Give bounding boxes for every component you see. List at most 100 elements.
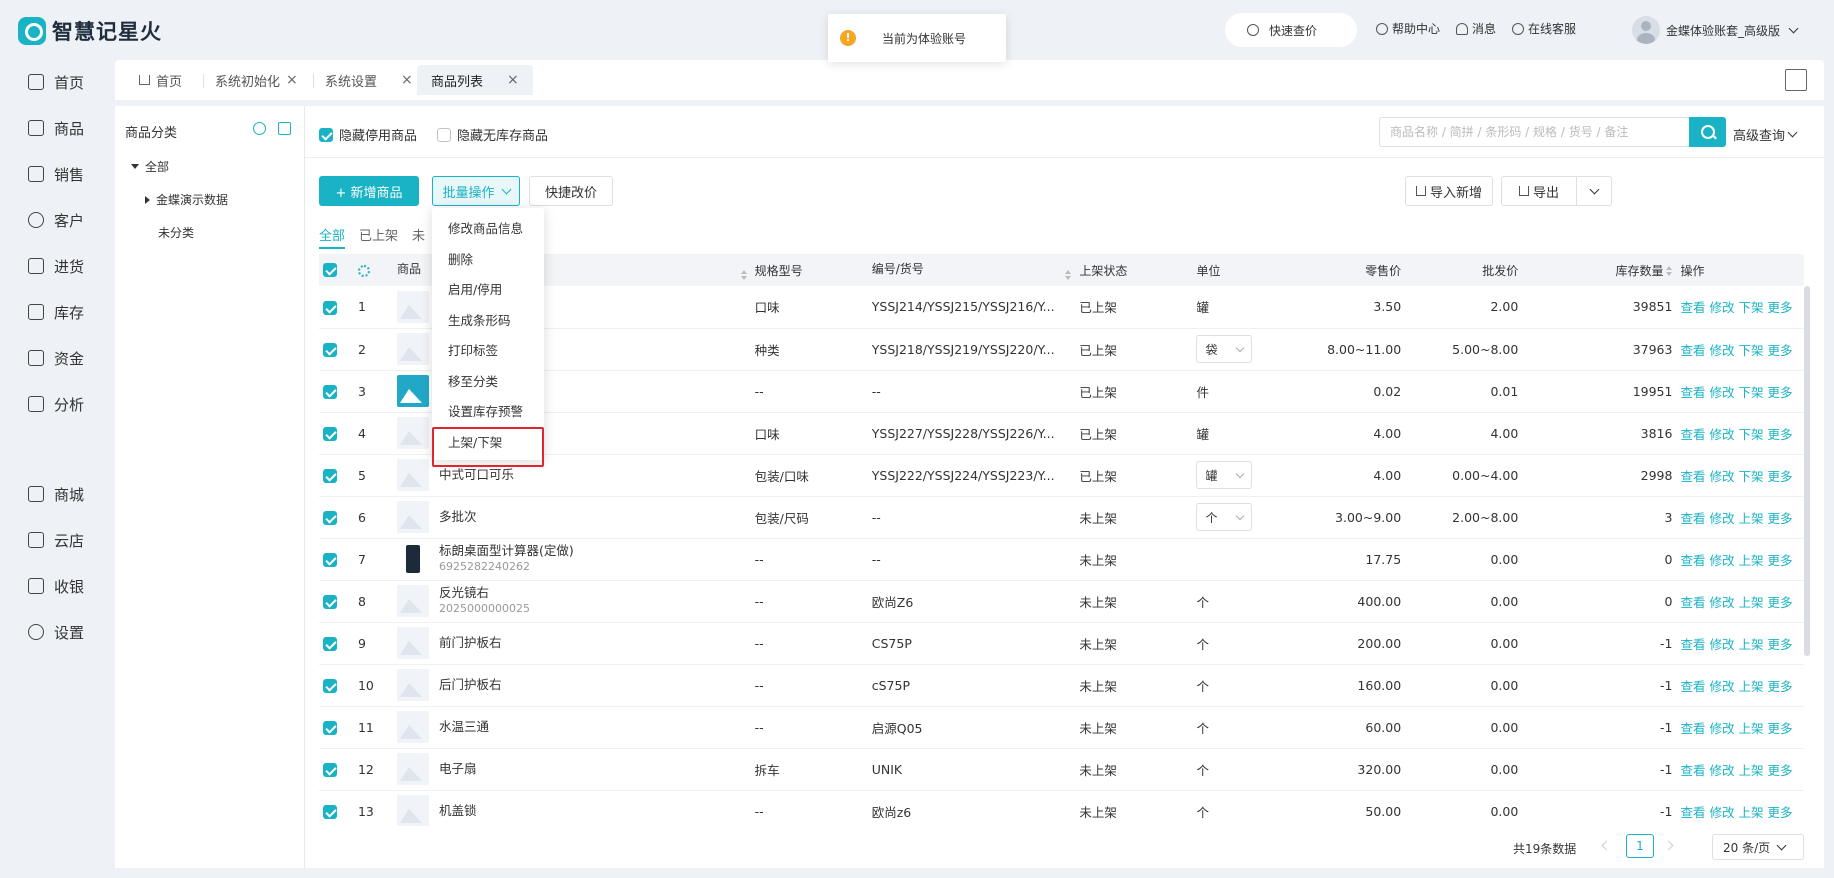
status-tab-listed[interactable]: 已上架: [359, 225, 398, 249]
row-checkbox[interactable]: [319, 286, 354, 329]
op-link[interactable]: 更多: [1768, 385, 1793, 400]
product-cell[interactable]: 标朗桌面型计算器(定做) 6925282240262: [392, 538, 751, 581]
op-link[interactable]: 查看: [1680, 343, 1705, 358]
select-all-checkbox[interactable]: [319, 254, 354, 286]
fullscreen-icon[interactable]: [1785, 69, 1807, 91]
op-link[interactable]: 下架: [1738, 343, 1763, 358]
op-link[interactable]: 修改: [1709, 595, 1734, 610]
menu-item-stock-alert[interactable]: 设置库存预警: [432, 397, 544, 428]
search-icon[interactable]: [253, 122, 266, 135]
row-checkbox[interactable]: [319, 790, 354, 826]
product-cell[interactable]: 前门护板右: [392, 622, 751, 665]
tree-node-demo[interactable]: 金蝶演示数据: [145, 191, 228, 208]
nav-item-funds[interactable]: 资金: [28, 346, 84, 370]
op-link[interactable]: 修改: [1709, 721, 1734, 736]
op-link[interactable]: 下架: [1738, 300, 1763, 315]
nav-item-analysis[interactable]: 分析: [28, 392, 84, 416]
op-link[interactable]: 修改: [1709, 679, 1734, 694]
op-link[interactable]: 更多: [1768, 300, 1793, 315]
tab-product-list[interactable]: 商品列表 ×: [417, 65, 533, 95]
batch-operations-button[interactable]: 批量操作: [432, 176, 520, 206]
unit-select[interactable]: 罐: [1196, 461, 1253, 489]
product-cell[interactable]: 多批次: [392, 496, 751, 539]
table-row[interactable]: 11 水温三通 -- 启源Q05 未上架个 60.00 0.00 -1 查看 修改 上架 更多: [319, 706, 1804, 749]
op-link[interactable]: 更多: [1768, 427, 1793, 442]
row-checkbox[interactable]: [319, 412, 354, 455]
op-link[interactable]: 上架: [1738, 721, 1763, 736]
close-icon[interactable]: ×: [401, 72, 413, 88]
page-number[interactable]: 1: [1626, 834, 1654, 858]
unit-select[interactable]: 袋: [1196, 335, 1253, 363]
op-link[interactable]: 更多: [1768, 763, 1793, 778]
nav-item-cashier[interactable]: 收银: [28, 574, 84, 598]
op-link[interactable]: 查看: [1680, 553, 1705, 568]
hide-no-stock-checkbox[interactable]: 隐藏无库存商品: [437, 125, 548, 144]
menu-item-list-delist[interactable]: 上架/下架: [432, 426, 544, 466]
row-checkbox[interactable]: [319, 328, 354, 371]
op-link[interactable]: 下架: [1738, 385, 1763, 400]
op-link[interactable]: 修改: [1709, 385, 1734, 400]
menu-item-print-label[interactable]: 打印标签: [432, 336, 544, 367]
op-link[interactable]: 更多: [1768, 511, 1793, 526]
advanced-query-button[interactable]: 高级查询: [1733, 125, 1798, 144]
op-link[interactable]: 查看: [1680, 721, 1705, 736]
menu-item-generate-barcode[interactable]: 生成条形码: [432, 306, 544, 337]
add-product-button[interactable]: + 新增商品: [319, 176, 419, 206]
op-link[interactable]: 上架: [1738, 511, 1763, 526]
op-link[interactable]: 下架: [1738, 469, 1763, 484]
op-link[interactable]: 查看: [1680, 385, 1705, 400]
header-code[interactable]: 编号/货号: [867, 254, 1076, 286]
op-link[interactable]: 修改: [1709, 637, 1734, 652]
op-link[interactable]: 修改: [1709, 300, 1734, 315]
row-checkbox[interactable]: [319, 454, 354, 497]
op-link[interactable]: 更多: [1768, 343, 1793, 358]
op-link[interactable]: 修改: [1709, 427, 1734, 442]
quick-price-button[interactable]: 快捷改价: [529, 176, 613, 206]
product-cell[interactable]: 机盖锁: [392, 790, 751, 826]
op-link[interactable]: 查看: [1680, 300, 1705, 315]
op-link[interactable]: 更多: [1768, 637, 1793, 652]
op-link[interactable]: 上架: [1738, 805, 1763, 820]
op-link[interactable]: 修改: [1709, 553, 1734, 568]
row-checkbox[interactable]: [319, 748, 354, 791]
logo[interactable]: 智慧记星火: [18, 16, 162, 46]
op-link[interactable]: 查看: [1680, 805, 1705, 820]
op-link[interactable]: 更多: [1768, 721, 1793, 736]
unit-select[interactable]: 个: [1196, 503, 1253, 531]
close-icon[interactable]: ×: [286, 72, 298, 88]
menu-item-edit-info[interactable]: 修改商品信息: [432, 214, 544, 245]
row-checkbox[interactable]: [319, 622, 354, 665]
op-link[interactable]: 查看: [1680, 427, 1705, 442]
quick-search-button[interactable]: 快速查价: [1225, 13, 1357, 47]
row-checkbox[interactable]: [319, 580, 354, 623]
tab-system-settings[interactable]: 系统设置 ×: [311, 65, 427, 95]
op-link[interactable]: 查看: [1680, 469, 1705, 484]
op-link[interactable]: 上架: [1738, 595, 1763, 610]
tab-system-init[interactable]: 系统初始化 ×: [201, 65, 312, 95]
table-row[interactable]: 7 标朗桌面型计算器(定做) 6925282240262 -- -- 未上架 17.75 0.…: [319, 538, 1804, 581]
op-link[interactable]: 查看: [1680, 511, 1705, 526]
table-row[interactable]: 13 机盖锁 -- 欧尚z6 未上架个 50.00 0.00 -1 查看 修改 上架 更多: [319, 790, 1804, 826]
op-link[interactable]: 查看: [1680, 763, 1705, 778]
op-link[interactable]: 修改: [1709, 343, 1734, 358]
op-link[interactable]: 更多: [1768, 595, 1793, 610]
op-link[interactable]: 修改: [1709, 763, 1734, 778]
nav-item-home[interactable]: 首页: [28, 70, 84, 94]
column-settings[interactable]: [353, 254, 393, 286]
nav-item-sales[interactable]: 销售: [28, 162, 84, 186]
nav-item-purchase[interactable]: 进货: [28, 254, 84, 278]
messages-link[interactable]: 消息: [1456, 20, 1496, 37]
op-link[interactable]: 上架: [1738, 553, 1763, 568]
row-checkbox[interactable]: [319, 496, 354, 539]
help-center-link[interactable]: 帮助中心: [1376, 20, 1440, 37]
tree-node-uncategorized[interactable]: 未分类: [158, 224, 194, 241]
table-row[interactable]: 6 多批次 包装/尺码 -- 未上架个 3.00~9.00 2.00~8.00 3 查看 修改 上架…: [319, 496, 1804, 539]
status-tab-all[interactable]: 全部: [319, 225, 346, 249]
op-link[interactable]: 更多: [1768, 805, 1793, 820]
user-menu[interactable]: 金蝶体验账套_高级版: [1632, 16, 1799, 44]
product-cell[interactable]: 电子扇: [392, 748, 751, 791]
op-link[interactable]: 更多: [1768, 553, 1793, 568]
import-button[interactable]: 导入新增: [1405, 176, 1493, 206]
export-button[interactable]: 导出: [1501, 176, 1577, 206]
op-link[interactable]: 查看: [1680, 679, 1705, 694]
